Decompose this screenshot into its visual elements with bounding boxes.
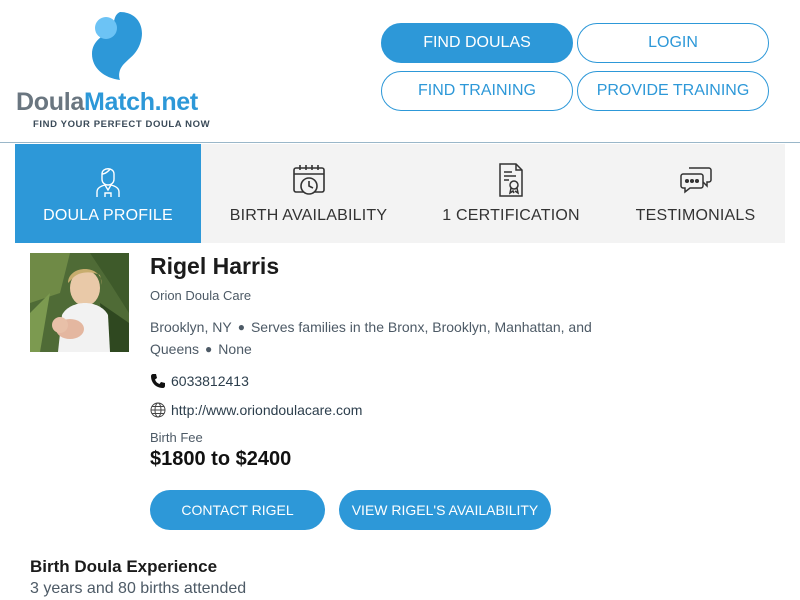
- calendar-clock-icon: [292, 165, 325, 195]
- tab-label: BIRTH AVAILABILITY: [229, 207, 388, 224]
- phone-row[interactable]: 6033812413: [150, 372, 249, 390]
- certificate-document-icon: [499, 163, 523, 197]
- site-logo[interactable]: DoulaMatch.net FIND YOUR PERFECT DOULA N…: [16, 10, 226, 135]
- logo-tagline: FIND YOUR PERFECT DOULA NOW: [33, 119, 211, 130]
- birth-fee-value: $1800 to $2400: [150, 448, 292, 470]
- service-area-text: Serves families in the Bronx, Brooklyn, …: [250, 319, 592, 335]
- tab-testimonials[interactable]: TESTIMONIALS: [606, 144, 785, 243]
- service-area-cont-text: Queens: [150, 341, 200, 357]
- find-doulas-button[interactable]: FIND DOULAS: [381, 23, 573, 63]
- bullet-separator: ●: [237, 320, 245, 334]
- birth-fee-label: Birth Fee: [150, 430, 203, 445]
- doula-name: Rigel Harris: [150, 253, 280, 279]
- phone-icon: [151, 374, 165, 388]
- experience-heading: Birth Doula Experience: [30, 557, 218, 576]
- extra-info-text: None: [218, 341, 252, 357]
- doula-person-icon: [96, 168, 120, 197]
- provide-training-button[interactable]: PROVIDE TRAINING: [577, 71, 769, 111]
- website-link[interactable]: http://www.oriondoulacare.com: [171, 402, 362, 418]
- doula-location-info: Brooklyn, NY ● Serves families in the Bron…: [150, 316, 630, 360]
- experience-text: 3 years and 80 births attended: [30, 580, 247, 597]
- logo-word-doula: Doula: [16, 88, 84, 116]
- tab-label: DOULA PROFILE: [43, 207, 173, 224]
- site-header: DoulaMatch.net FIND YOUR PERFECT DOULA N…: [0, 0, 800, 143]
- tab-certification[interactable]: 1 CERTIFICATION: [416, 144, 606, 243]
- logo-wordmark: DoulaMatch.net: [16, 88, 198, 117]
- tab-birth-availability[interactable]: BIRTH AVAILABILITY: [201, 144, 416, 243]
- tab-doula-profile[interactable]: DOULA PROFILE: [15, 144, 201, 243]
- tab-label: TESTIMONIALS: [635, 207, 756, 224]
- tab-label: 1 CERTIFICATION: [442, 207, 580, 224]
- login-button[interactable]: LOGIN: [577, 23, 769, 63]
- website-row[interactable]: http://www.oriondoulacare.com: [150, 401, 362, 419]
- contact-button[interactable]: CONTACT RIGEL: [150, 490, 325, 530]
- profile-tabs: DOULA PROFILE BIRTH AVAILABILITY 1 CERTI…: [15, 144, 785, 243]
- logo-mark-icon: [92, 12, 142, 80]
- doula-photo: [30, 253, 129, 352]
- location-text: Brooklyn, NY: [150, 319, 232, 335]
- view-availability-button[interactable]: VIEW RIGEL'S AVAILABILITY: [339, 490, 551, 530]
- chat-bubbles-icon: [679, 167, 712, 194]
- logo-word-match: Match.net: [83, 88, 198, 116]
- find-training-button[interactable]: FIND TRAINING: [381, 71, 573, 111]
- doula-agency: Orion Doula Care: [150, 288, 252, 303]
- globe-icon: [150, 402, 166, 418]
- bullet-separator: ●: [205, 342, 213, 356]
- phone-number[interactable]: 6033812413: [171, 373, 249, 389]
